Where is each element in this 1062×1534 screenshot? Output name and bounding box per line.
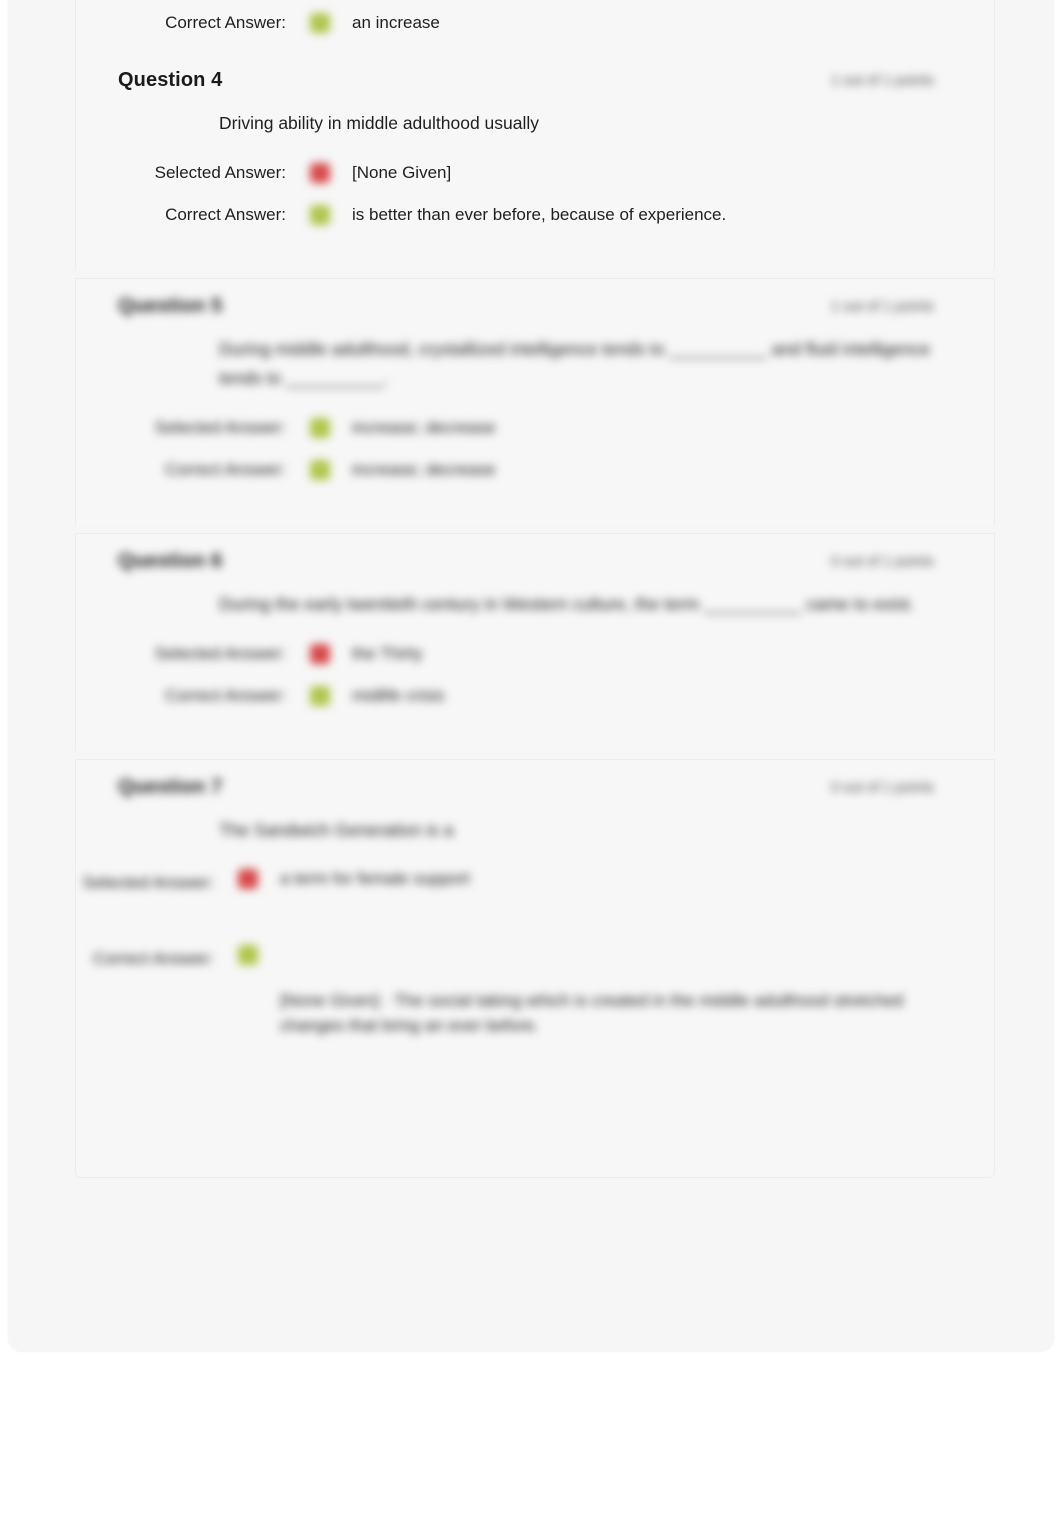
question-prompt: During the early twentieth century in We… bbox=[219, 593, 915, 614]
correct-icon bbox=[308, 12, 336, 36]
correct-answer-text: increase; decrease bbox=[352, 459, 496, 479]
incorrect-icon bbox=[236, 868, 264, 892]
answer-row-correct: Correct Answer: is better than ever befo… bbox=[76, 202, 994, 228]
correct-icon bbox=[308, 204, 336, 228]
selected-answer-label: Selected Answer: bbox=[154, 643, 286, 663]
correct-icon bbox=[308, 417, 336, 441]
selected-answer-text: [None Given] bbox=[352, 162, 452, 182]
question-points: 1 out of 1 points bbox=[830, 298, 934, 315]
question-points: 1 out of 1 points bbox=[830, 73, 934, 89]
results-page-shell: Selected Answer: an increase Correct Ans… bbox=[8, 0, 1054, 1352]
answer-row-correct: Correct Answer: an increase bbox=[76, 10, 994, 36]
question-prompt: Driving ability in middle adulthood usua… bbox=[219, 113, 540, 133]
correct-answer-text: [None Given] · The social taking which i… bbox=[280, 990, 904, 1036]
correct-answer-text: is better than ever before, because of e… bbox=[352, 204, 727, 224]
question-title: Question 6 bbox=[118, 549, 223, 572]
correct-answer-label: Correct Answer: bbox=[165, 685, 286, 705]
card-divider bbox=[75, 269, 995, 278]
question-title: Question 7 bbox=[118, 775, 223, 798]
correct-answer-label: Correct Answer: bbox=[165, 204, 286, 224]
question-card: Question 7 0 out of 1 points The Sandwic… bbox=[75, 758, 995, 1178]
question-card: Question 4 1 out of 1 points Driving abi… bbox=[75, 53, 995, 270]
selected-answer-label: Selected Answer: bbox=[82, 873, 214, 893]
answer-row-correct: Correct Answer: midlife crisis bbox=[76, 683, 994, 709]
answer-row-selected: Selected Answer: [None Given] bbox=[76, 160, 994, 186]
question-header: Question 5 1 out of 1 points bbox=[76, 279, 994, 335]
selected-answer-text: a term for female support bbox=[280, 869, 470, 889]
selected-answer-text: increase; decrease bbox=[352, 417, 496, 437]
correct-answer-label: Correct Answer: bbox=[93, 948, 214, 968]
question-card: Question 5 1 out of 1 points During midd… bbox=[75, 277, 995, 525]
card-divider bbox=[75, 750, 995, 759]
answer-row-selected: Selected Answer: increase; decrease bbox=[76, 415, 994, 441]
answer-block: Selected Answer: [None Given] Correct An… bbox=[76, 160, 994, 270]
answer-block: Selected Answer: increase; decrease Corr… bbox=[76, 415, 994, 525]
question-card: Question 6 0 out of 1 points During the … bbox=[75, 532, 995, 751]
question-list: Question 4 1 out of 1 points Driving abi… bbox=[75, 53, 995, 1178]
correct-icon bbox=[308, 459, 336, 483]
question-points: 0 out of 1 points bbox=[830, 779, 934, 796]
correct-icon bbox=[236, 944, 264, 968]
question-prompt: During middle adulthood, crystallized in… bbox=[219, 338, 931, 388]
question-header: Question 7 0 out of 1 points bbox=[76, 760, 994, 816]
question-points: 0 out of 1 points bbox=[830, 553, 934, 570]
question-header: Question 4 1 out of 1 points bbox=[76, 53, 994, 109]
incorrect-icon bbox=[308, 162, 336, 186]
selected-answer-label: Selected Answer: bbox=[154, 417, 286, 437]
answer-block: Selected Answer: a term for female suppo… bbox=[76, 866, 994, 1080]
correct-icon bbox=[308, 685, 336, 709]
correct-answer-text: midlife crisis bbox=[352, 685, 445, 705]
answer-row-correct: Correct Answer: [None Given] · The socia… bbox=[76, 942, 994, 1039]
selected-answer-label: Selected Answer: bbox=[154, 162, 286, 182]
question-title: Question 4 bbox=[118, 69, 223, 91]
correct-answer-text: an increase bbox=[352, 13, 440, 32]
answer-row-correct: Correct Answer: increase; decrease bbox=[76, 457, 994, 483]
question-prompt: The Sandwich Generation is a bbox=[219, 819, 454, 840]
correct-answer-label: Correct Answer: bbox=[165, 459, 286, 479]
question-title: Question 5 bbox=[118, 294, 223, 317]
correct-answer-label: Correct Answer: bbox=[165, 13, 286, 32]
question-header: Question 6 0 out of 1 points bbox=[76, 534, 994, 590]
selected-answer-text: the Thirty bbox=[352, 643, 423, 663]
answer-row-selected: Selected Answer: a term for female suppo… bbox=[76, 866, 994, 899]
answer-row-selected: Selected Answer: the Thirty bbox=[76, 641, 994, 667]
card-divider bbox=[75, 524, 995, 533]
answer-block: Selected Answer: the Thirty Correct Answ… bbox=[76, 641, 994, 751]
incorrect-icon bbox=[308, 643, 336, 667]
